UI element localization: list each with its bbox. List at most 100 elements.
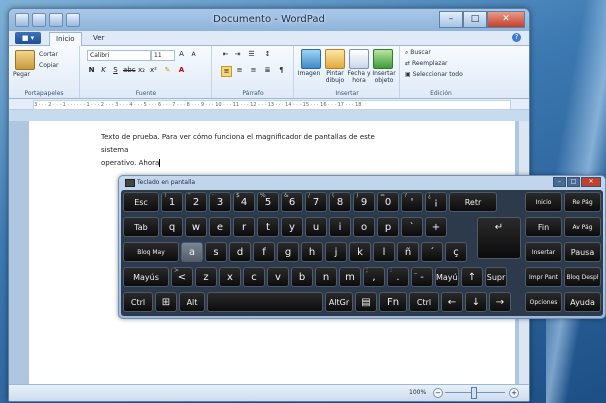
font-size-select[interactable]: 11 <box>151 50 175 61</box>
key-7[interactable]: 7/ <box>305 192 327 212</box>
insert-object-icon[interactable] <box>373 49 393 69</box>
zoom-out-button[interactable]: − <box>433 388 443 398</box>
key-lt[interactable]: < > <box>171 267 193 287</box>
key-1[interactable]: 1! <box>161 192 183 212</box>
decrease-indent-icon[interactable]: ⇤ <box>221 50 230 59</box>
osk-maximize-button[interactable]: □ <box>567 177 580 187</box>
key-f[interactable]: f <box>253 242 275 262</box>
paste-icon[interactable] <box>15 50 35 70</box>
key-l[interactable]: l <box>373 242 395 262</box>
paste-button[interactable]: Pegar <box>13 71 30 78</box>
minimize-button[interactable]: – <box>439 11 463 28</box>
align-center-icon[interactable]: ≡ <box>235 66 244 75</box>
key-repag[interactable]: Re Pág <box>564 192 601 212</box>
paint-icon[interactable] <box>325 49 345 69</box>
title-bar[interactable]: Documento - WordPad – □ ✕ <box>9 9 529 31</box>
bold-button[interactable]: N <box>87 66 96 75</box>
key-x[interactable]: x <box>219 267 241 287</box>
key-bloqdespl[interactable]: Bloq Despl <box>564 267 601 287</box>
key-ntilde[interactable]: ñ <box>397 242 419 262</box>
maximize-button[interactable]: □ <box>463 11 487 28</box>
key-enter[interactable]: ↵ <box>477 217 521 259</box>
key-insertar[interactable]: Insertar <box>525 242 562 262</box>
paragraph-settings-icon[interactable]: ¶ <box>277 66 286 75</box>
cut-button[interactable]: Cortar <box>39 51 58 58</box>
key-c[interactable]: c <box>243 267 265 287</box>
strikethrough-button[interactable]: abc <box>123 66 136 75</box>
zoom-slider-thumb[interactable] <box>471 387 477 399</box>
key-period[interactable]: .: <box>387 267 409 287</box>
key-menu[interactable]: ▤ <box>355 292 377 312</box>
key-ctrl_r[interactable]: Ctrl <box>409 292 439 312</box>
line-spacing-icon[interactable]: ↕ <box>263 50 272 59</box>
key-9[interactable]: 9) <box>353 192 375 212</box>
key-opciones[interactable]: Opciones <box>525 292 562 312</box>
key-y[interactable]: y <box>281 217 303 237</box>
find-button[interactable]: ⌕ Buscar <box>405 49 431 57</box>
key-p[interactable]: p <box>377 217 399 237</box>
image-icon[interactable] <box>301 49 321 69</box>
key-v[interactable]: v <box>267 267 289 287</box>
key-d[interactable]: d <box>229 242 251 262</box>
help-icon[interactable]: ? <box>512 33 521 42</box>
osk-minimize-button[interactable]: – <box>553 177 566 187</box>
key-e[interactable]: e <box>209 217 231 237</box>
key-i[interactable]: i <box>329 217 351 237</box>
align-right-icon[interactable]: ≡ <box>249 66 258 75</box>
key-supr[interactable]: Supr <box>485 267 507 287</box>
key-m[interactable]: m <box>339 267 361 287</box>
close-button[interactable]: ✕ <box>487 11 525 28</box>
key-k[interactable]: k <box>349 242 371 262</box>
grow-font-button[interactable]: A <box>177 50 186 59</box>
insert-object-button[interactable]: Insertar objeto <box>371 70 397 84</box>
key-4[interactable]: 4 $ <box>233 192 255 212</box>
key-fn[interactable]: Fn <box>379 292 407 312</box>
underline-button[interactable]: S <box>111 66 120 75</box>
key-b[interactable]: b <box>291 267 313 287</box>
key-8[interactable]: 8( <box>329 192 351 212</box>
superscript-button[interactable]: x² <box>149 66 158 75</box>
select-all-button[interactable]: ▣ Seleccionar todo <box>405 71 463 78</box>
file-menu-button[interactable]: ■ ▾ <box>15 32 41 44</box>
font-color-icon[interactable]: A <box>177 66 186 75</box>
key-s[interactable]: s <box>205 242 227 262</box>
align-left-icon[interactable]: ≡ <box>221 66 232 77</box>
key-left[interactable]: ← <box>441 292 463 312</box>
key-o[interactable]: o <box>353 217 375 237</box>
key-6[interactable]: 6 & <box>281 192 303 212</box>
key-minus[interactable]: - _ <box>411 267 433 287</box>
key-imprpant[interactable]: Impr Pant <box>525 267 562 287</box>
key-down[interactable]: ↓ <box>465 292 487 312</box>
key-alt[interactable]: Alt <box>179 292 205 312</box>
osk-close-button[interactable]: ✕ <box>581 177 601 187</box>
key-rshift[interactable]: Mayús <box>435 267 459 287</box>
date-time-button[interactable]: Fecha y hora <box>347 70 371 84</box>
shrink-font-button[interactable]: A <box>189 50 198 59</box>
calendar-icon[interactable] <box>349 49 369 69</box>
key-ayuda[interactable]: Ayuda <box>564 292 601 312</box>
key-ccedil[interactable]: ç <box>445 242 467 262</box>
highlight-icon[interactable]: ✎ <box>163 66 172 75</box>
justify-icon[interactable]: ≣ <box>263 66 272 75</box>
bullets-icon[interactable]: ☰ <box>247 50 256 59</box>
key-r[interactable]: r <box>233 217 255 237</box>
key-iexcl[interactable]: ¡ ¿ <box>425 192 447 212</box>
key-esc[interactable]: Esc <box>123 192 159 212</box>
document-text[interactable]: Texto de prueba. Para ver cómo funciona … <box>101 131 401 170</box>
key-win[interactable]: ⊞ <box>155 292 177 312</box>
key-comma[interactable]: ,; <box>363 267 385 287</box>
key-g[interactable]: g <box>277 242 299 262</box>
key-3[interactable]: 3 · <box>209 192 231 212</box>
key-up[interactable]: ↑ <box>461 267 483 287</box>
key-inicio[interactable]: Inicio <box>525 192 562 212</box>
key-avpag[interactable]: Av Pág <box>564 217 601 237</box>
key-caps[interactable]: Bloq May <box>123 242 179 262</box>
font-family-select[interactable]: Calibri <box>87 50 151 61</box>
key-q[interactable]: q <box>161 217 183 237</box>
key-apos[interactable]: '? <box>401 192 423 212</box>
copy-button[interactable]: Copiar <box>39 62 58 69</box>
key-n[interactable]: n <box>315 267 337 287</box>
replace-button[interactable]: ⇄ Reemplazar <box>405 60 448 67</box>
key-grave[interactable]: ` <box>401 217 423 237</box>
key-w[interactable]: w <box>185 217 207 237</box>
